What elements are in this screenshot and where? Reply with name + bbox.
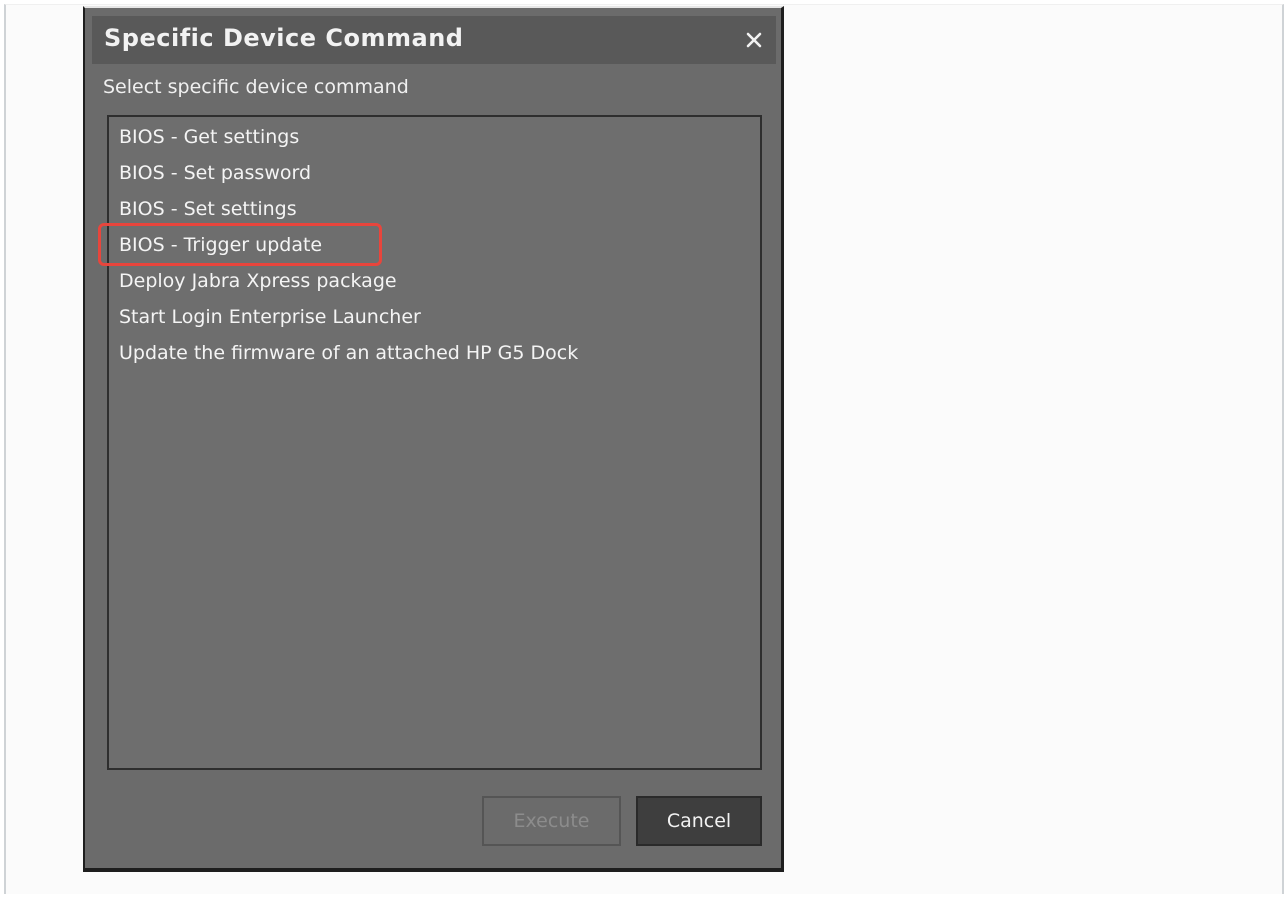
list-item-deploy-jabra-xpress[interactable]: Deploy Jabra Xpress package: [119, 263, 397, 299]
list-item-bios-set-settings[interactable]: BIOS - Set settings: [119, 191, 297, 227]
dialog-titlebar: Specific Device Command: [92, 16, 776, 64]
command-list[interactable]: BIOS - Get settings BIOS - Set password …: [107, 115, 762, 770]
list-item-update-hp-g5-dock[interactable]: Update the firmware of an attached HP G5…: [119, 335, 578, 371]
close-icon[interactable]: [742, 27, 766, 51]
dialog-title: Specific Device Command: [104, 24, 464, 52]
execute-button[interactable]: Execute: [482, 796, 621, 846]
list-item-bios-trigger-update[interactable]: BIOS - Trigger update: [119, 227, 322, 263]
list-item-start-login-enterprise[interactable]: Start Login Enterprise Launcher: [119, 299, 421, 335]
list-item-bios-get-settings[interactable]: BIOS - Get settings: [119, 119, 299, 155]
list-item-bios-set-password[interactable]: BIOS - Set password: [119, 155, 311, 191]
cancel-button[interactable]: Cancel: [636, 796, 762, 846]
dialog-instruction: Select specific device command: [103, 76, 409, 98]
specific-device-command-dialog: Specific Device Command Select specific …: [83, 6, 784, 872]
